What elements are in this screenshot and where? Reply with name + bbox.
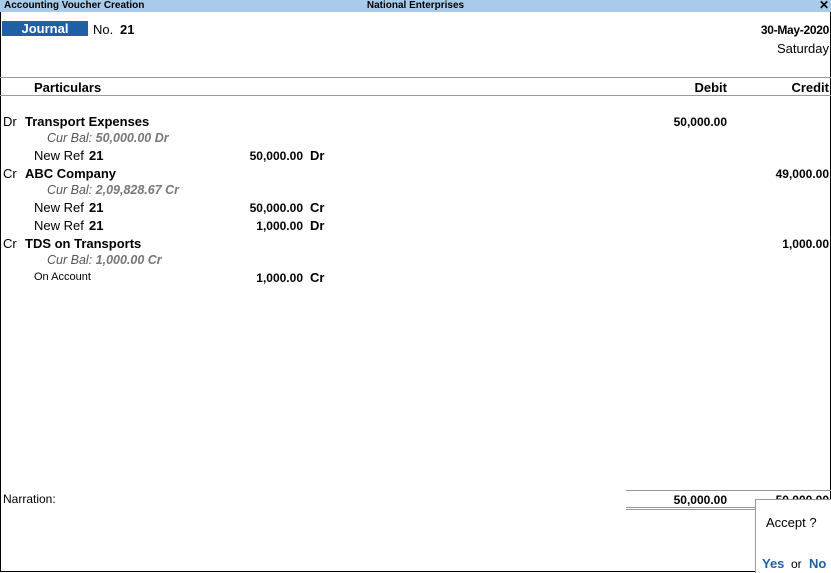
accept-dialog: Accept ? Yes or No <box>755 499 831 573</box>
voucher-type-button[interactable]: Journal <box>2 21 88 36</box>
total-debit: 50,000.00 <box>673 493 727 507</box>
voucher-number[interactable]: 21 <box>120 22 134 37</box>
voucher-number-label: No. <box>93 22 114 37</box>
bill-ref-amount: 50,000.00 <box>249 201 303 215</box>
ledger-name[interactable]: Transport Expenses <box>25 114 149 129</box>
entry-side: Cr <box>3 166 17 181</box>
ledger-name[interactable]: TDS on Transports <box>25 236 141 251</box>
bill-ref-type: New Ref <box>34 200 84 215</box>
bill-ref-type: New Ref <box>34 148 84 163</box>
entry-side: Cr <box>3 236 17 251</box>
bill-ref-drcr: Cr <box>310 200 325 215</box>
voucher-date[interactable]: 30-May-2020 <box>761 23 829 37</box>
current-balance: Cur Bal: 1,000.00 Cr <box>47 253 162 267</box>
bill-ref-type: New Ref <box>34 218 84 233</box>
header-top-divider <box>0 77 831 78</box>
ledger-name[interactable]: ABC Company <box>25 166 116 181</box>
debit-amount[interactable]: 50,000.00 <box>674 115 727 129</box>
bill-ref-drcr: Cr <box>310 270 325 285</box>
accept-question: Accept ? <box>766 515 817 530</box>
header-bottom-divider <box>0 95 831 96</box>
yes-button[interactable]: Yes <box>762 556 784 571</box>
credit-amount[interactable]: 49,000.00 <box>776 167 829 181</box>
bill-ref-name: 21 <box>89 148 104 163</box>
narration-label: Narration: <box>3 492 56 506</box>
close-icon[interactable]: ✕ <box>819 0 829 11</box>
bill-ref-name: 21 <box>89 200 104 215</box>
current-balance-label: Cur Bal: <box>47 253 93 267</box>
bill-ref-drcr: Dr <box>310 148 325 163</box>
voucher-day: Saturday <box>776 41 829 56</box>
credit-amount[interactable]: 1,000.00 <box>782 237 829 251</box>
current-balance: Cur Bal: 50,000.00 Dr <box>47 131 169 145</box>
current-balance-value: 1,000.00 Cr <box>95 253 162 267</box>
no-button[interactable]: No <box>809 556 826 571</box>
current-balance-value: 2,09,828.67 Cr <box>95 183 180 197</box>
bill-ref-amount: 50,000.00 <box>249 149 303 163</box>
column-header-debit: Debit <box>694 80 728 95</box>
current-balance: Cur Bal: 2,09,828.67 Cr <box>47 183 179 197</box>
title-bar: Accounting Voucher Creation National Ent… <box>0 0 831 12</box>
bill-ref-type: On Account <box>34 271 91 283</box>
current-balance-label: Cur Bal: <box>47 131 93 145</box>
current-balance-value: 50,000.00 Dr <box>95 131 169 145</box>
bill-ref-amount: 1,000.00 <box>256 271 303 285</box>
total-top-rule <box>626 490 831 491</box>
bill-ref-amount: 1,000.00 <box>256 219 303 233</box>
bill-ref-drcr: Dr <box>310 218 325 233</box>
column-header-credit: Credit <box>791 80 829 95</box>
or-label: or <box>791 557 802 571</box>
entry-side: Dr <box>3 114 17 129</box>
company-name: National Enterprises <box>366 0 465 11</box>
bill-ref-name: 21 <box>89 218 104 233</box>
column-header-particulars: Particulars <box>34 80 102 95</box>
current-balance-label: Cur Bal: <box>47 183 93 197</box>
